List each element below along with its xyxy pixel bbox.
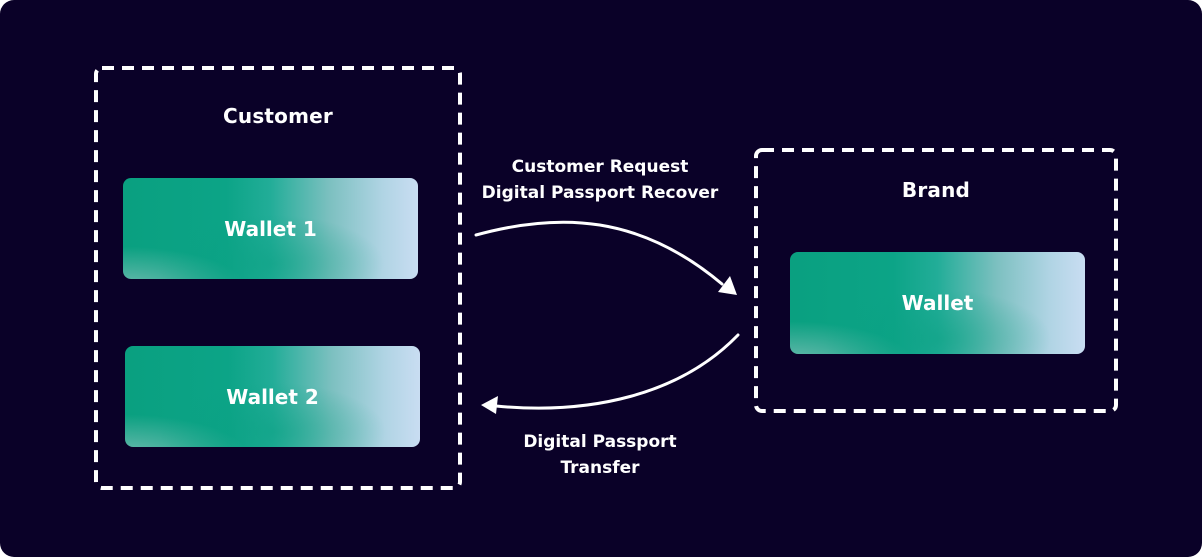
request-arrow xyxy=(474,220,737,295)
transfer-arrow-head-icon xyxy=(481,396,498,414)
request-arrow-head-icon xyxy=(718,276,737,295)
diagram-canvas: Customer Wallet 1 Wallet 2 Brand Wallet … xyxy=(0,0,1202,557)
transfer-arrow xyxy=(481,333,740,414)
flow-arrows xyxy=(474,220,740,414)
